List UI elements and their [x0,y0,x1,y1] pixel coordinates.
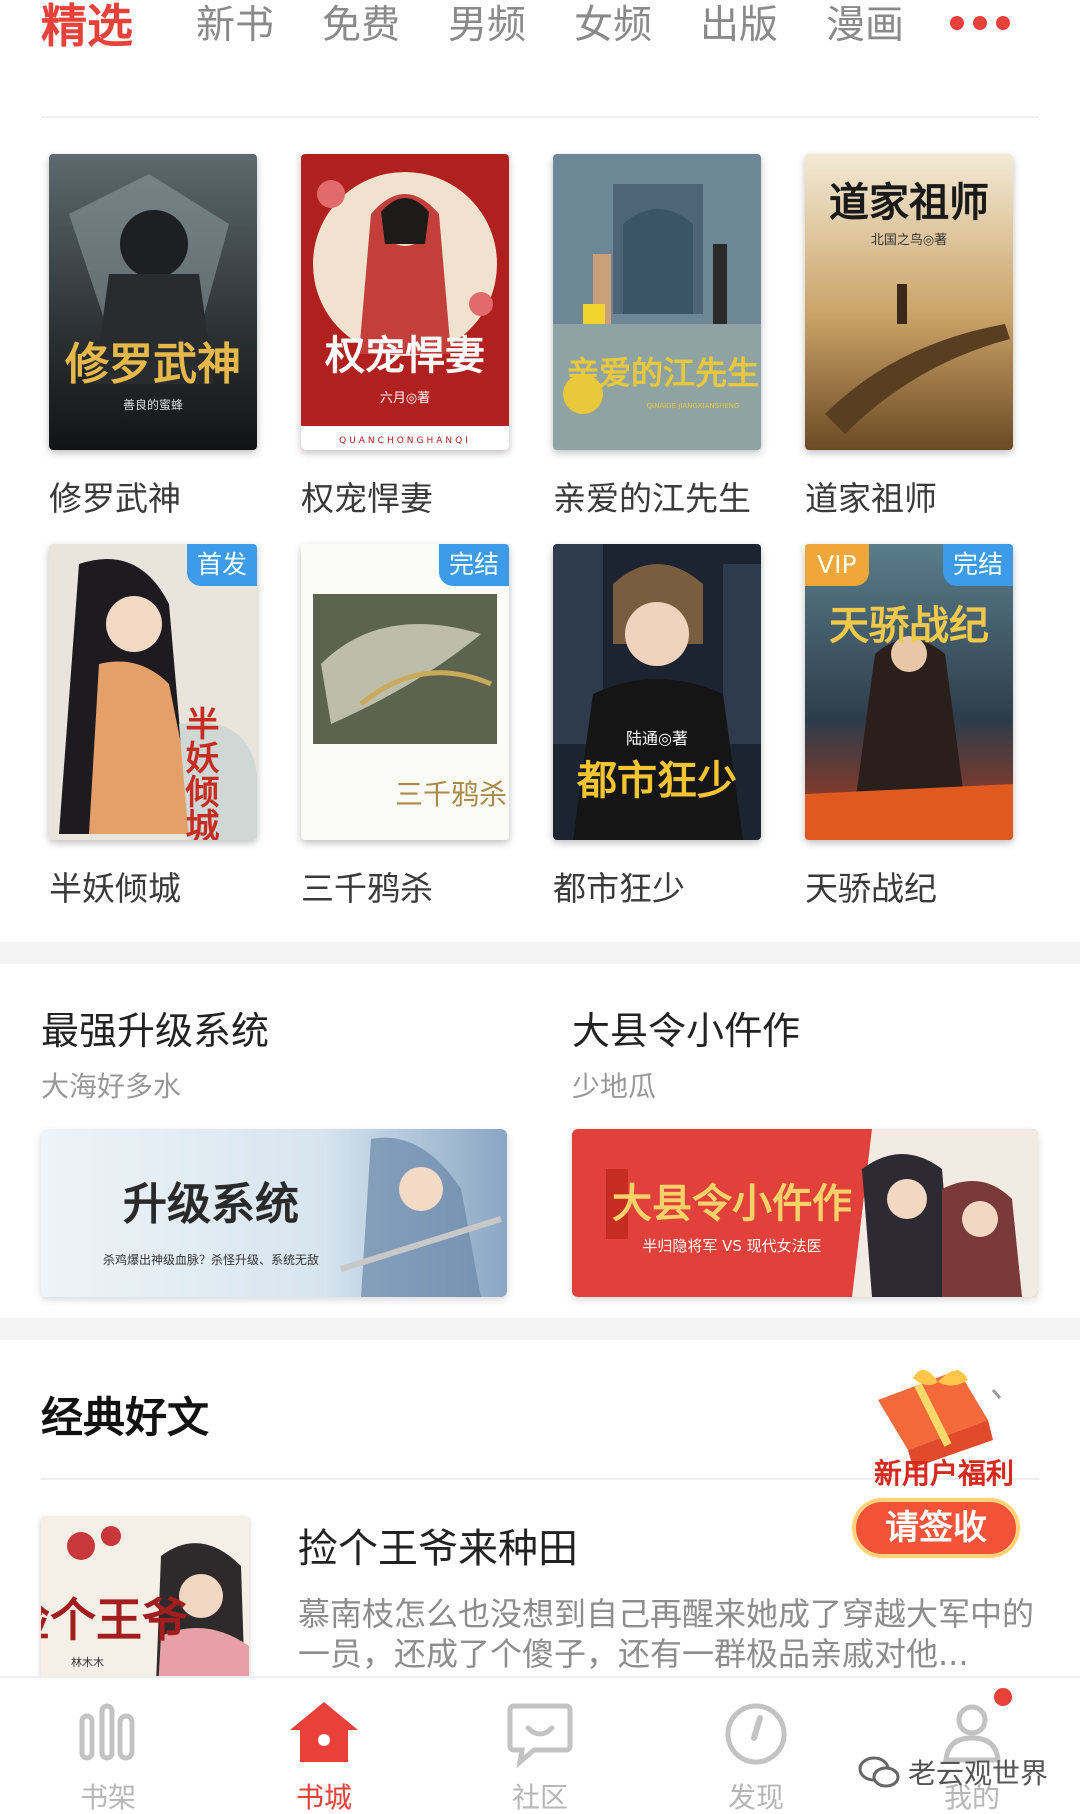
bookshelf-icon [79,1703,135,1761]
home-icon [290,1702,358,1762]
tab-new-books[interactable]: 新书 [196,0,274,60]
book-cover[interactable]: 天骄战纪 VIP 完结 [805,544,1013,840]
svg-text:天骄战纪: 天骄战纪 [829,602,989,649]
book-title: 修罗武神 [49,479,181,518]
book-cover[interactable]: 道家祖师 北国之鸟◎著 [805,154,1013,450]
svg-text:陆通◎著: 陆通◎著 [626,729,688,748]
svg-text:升级系统: 升级系统 [123,1179,299,1230]
book-cover[interactable]: 修罗武神 善良的蜜蜂 [49,154,257,450]
banner-card[interactable]: 最强升级系统 大海好多水 升级系统 杀鸡爆出神级血脉？杀怪升级、系统无敌 [41,1000,509,1297]
svg-text:北国之鸟◎著: 北国之鸟◎著 [871,232,947,248]
section-title: 经典好文 [41,1393,210,1442]
category-tabs: 精选 新书 免费 男频 女频 出版 漫画 [0,0,1080,118]
nav-community[interactable]: 社区 [465,1692,615,1814]
vip-badge: VIP [805,544,869,586]
section-divider [0,1318,1080,1340]
svg-text:半归隐将军 VS 现代女法医: 半归隐将军 VS 现代女法医 [642,1237,821,1255]
svg-text:权宠悍妻: 权宠悍妻 [324,332,485,379]
status-badge: 完结 [942,544,1013,586]
book-cover[interactable]: 捡个王爷 林木木 [41,1516,249,1676]
banner-author: 少地瓜 [572,1070,657,1103]
tab-featured[interactable]: 精选 [41,0,133,60]
banner-image[interactable]: 升级系统 杀鸡爆出神级血脉？杀怪升级、系统无敌 [41,1129,507,1297]
book-description: 慕南枝怎么也没想到自己再醒来她成了穿越大军中的一员，还成了个傻子，还有一群极品亲… [298,1595,1035,1673]
chat-icon [507,1703,573,1768]
banner-title: 大县令小仵作 [572,1009,801,1053]
svg-text:都市狂少: 都市狂少 [576,757,737,804]
tab-publishing[interactable]: 出版 [700,0,778,60]
book-title: 天骄战纪 [805,869,937,908]
banner-title: 最强升级系统 [41,1009,270,1053]
svg-text:大县令小仵作: 大县令小仵作 [612,1180,852,1227]
svg-text:半妖倾城: 半妖倾城 [179,706,220,840]
banner-author: 大海好多水 [41,1070,182,1103]
nav-label: 发现 [727,1781,784,1814]
book-title[interactable]: 捡个王爷来种田 [298,1516,578,1574]
book-cover[interactable]: 陆通◎著 都市狂少 [553,544,761,840]
section-divider [0,942,1080,964]
svg-text:杀鸡爆出神级血脉？杀怪升级、系统无敌: 杀鸡爆出神级血脉？杀怪升级、系统无敌 [103,1252,319,1267]
status-badge: 完结 [438,544,509,586]
new-user-gift-promo[interactable]: 新用户福利 请签收 [846,1360,1024,1564]
book-cover[interactable]: 权宠悍妻 六月◎著 QUANCHONGHANQI [301,154,509,450]
book-title: 三千鸦杀 [301,869,433,908]
status-badge: 首发 [186,544,257,586]
watermark-text: 老云观世界 [908,1757,1049,1790]
tab-female[interactable]: 女频 [574,0,652,60]
book-title: 道家祖师 [805,479,937,518]
claim-gift-button[interactable]: 请签收 [852,1498,1020,1558]
divider [41,116,1039,118]
nav-discover[interactable]: 发现 [681,1692,831,1814]
book-cover[interactable]: 亲爱的江先生 QINAIDE JIANGXIANSHENG [553,154,761,450]
nav-label: 书架 [79,1781,136,1814]
tab-comics[interactable]: 漫画 [826,0,904,60]
compass-icon [725,1703,787,1765]
nav-bookshelf[interactable]: 书架 [33,1692,183,1814]
book-title: 亲爱的江先生 [553,479,751,518]
promo-label: 新用户福利 [873,1457,1014,1490]
svg-text:道家祖师: 道家祖师 [829,179,989,226]
svg-text:修罗武神: 修罗武神 [65,339,241,390]
more-tabs-icon[interactable] [950,16,1022,36]
wechat-icon [858,1756,900,1788]
nav-label: 书城 [295,1781,352,1814]
book-title: 半妖倾城 [49,869,181,908]
book-cover[interactable]: 三千鸦杀 完结 [301,544,509,840]
nav-label: 社区 [511,1781,568,1814]
book-cover[interactable]: 半妖倾城 首发 [49,544,257,840]
book-title: 都市狂少 [553,869,685,908]
book-title: 权宠悍妻 [301,479,433,518]
svg-text:善良的蜜蜂: 善良的蜜蜂 [123,397,183,412]
svg-text:捡个王爷: 捡个王爷 [41,1593,188,1647]
notification-dot [994,1688,1012,1706]
svg-text:林木木: 林木木 [71,1655,104,1669]
svg-text:QUANCHONGHANQI: QUANCHONGHANQI [339,436,471,446]
svg-text:三千鸦杀: 三千鸦杀 [395,778,507,811]
tab-free[interactable]: 免费 [322,0,400,60]
banner-image[interactable]: 大县令小仵作 半归隐将军 VS 现代女法医 [572,1129,1038,1297]
banner-card[interactable]: 大县令小仵作 少地瓜 大县令小仵作 半归隐将军 VS 现代女法医 [572,1000,1040,1297]
svg-text:QINAIDE JIANGXIANSHENG: QINAIDE JIANGXIANSHENG [647,402,740,410]
watermark: 老云观世界 [858,1750,1048,1794]
nav-bookstore[interactable]: 书城 [249,1692,399,1814]
tab-male[interactable]: 男频 [448,0,526,60]
svg-text:六月◎著: 六月◎著 [380,391,430,406]
